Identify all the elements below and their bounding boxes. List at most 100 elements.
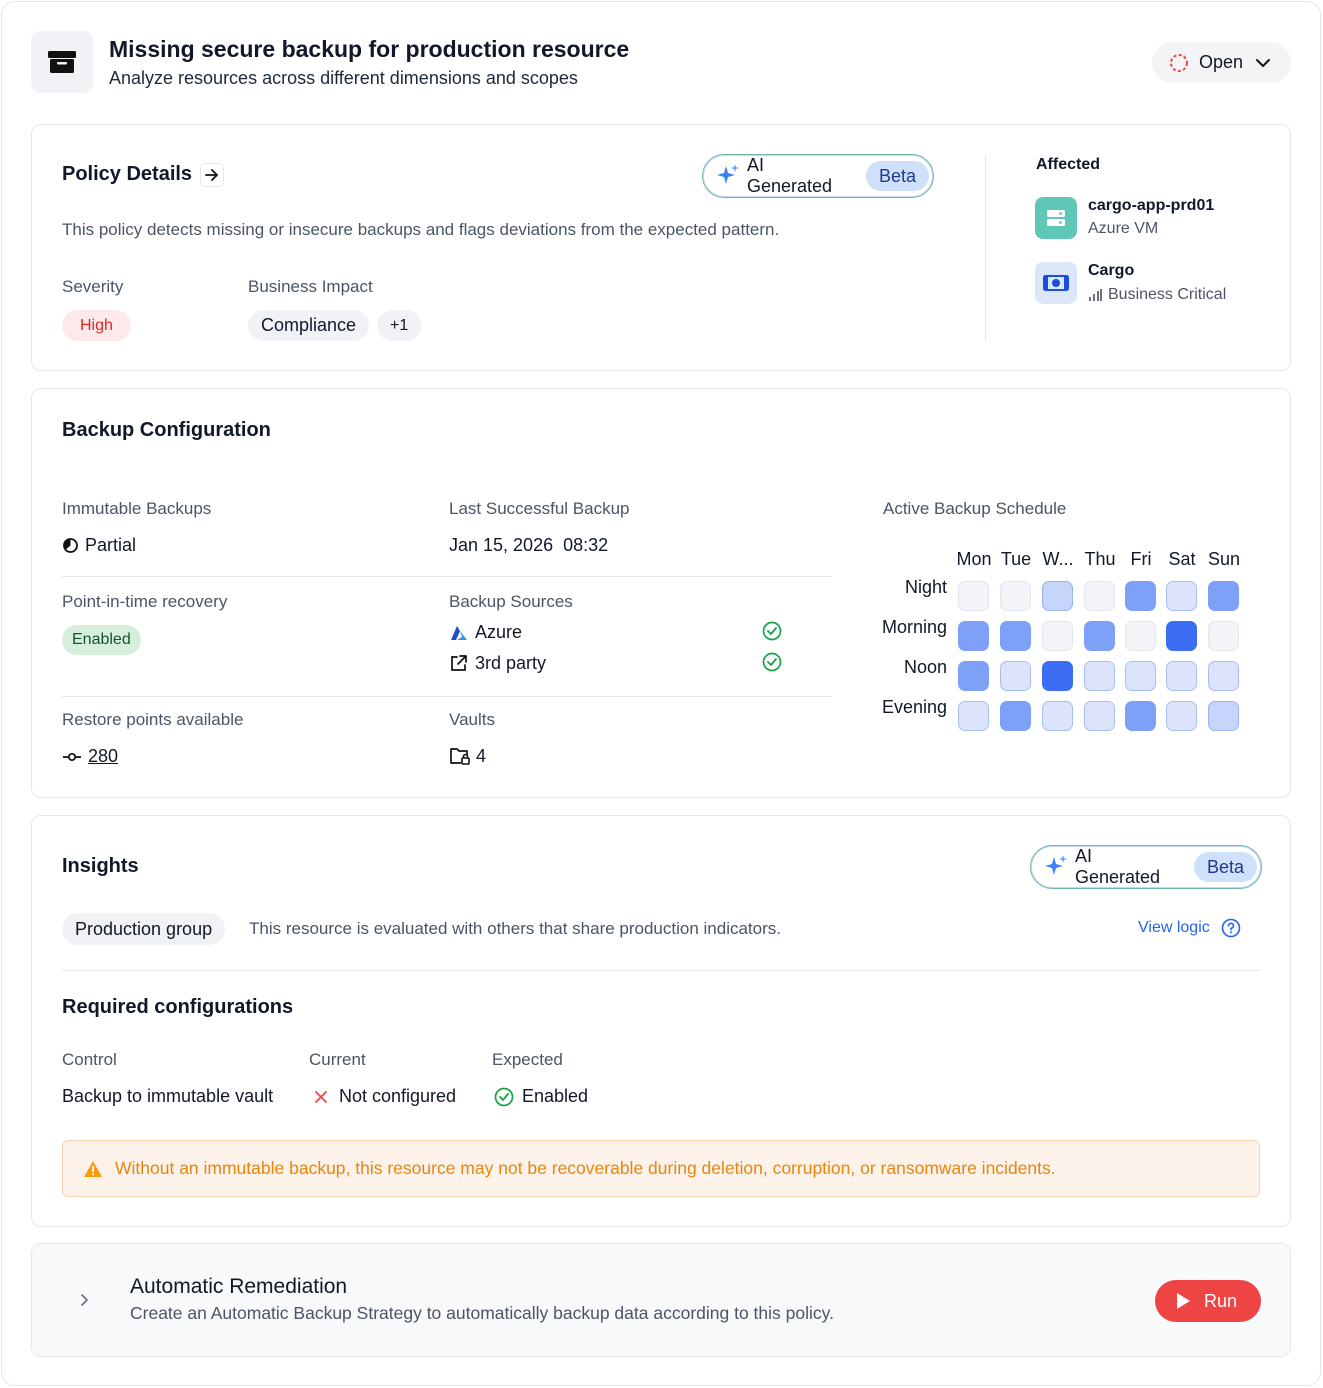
commit-icon [63, 752, 81, 761]
restore-points-label: Restore points available [62, 710, 244, 729]
automatic-remediation-row[interactable]: Automatic Remediation Create an Automati… [31, 1243, 1291, 1357]
schedule-day-label: Mon [956, 549, 992, 569]
schedule-cell[interactable] [1000, 661, 1031, 691]
sparkle-icon [1044, 855, 1067, 875]
view-logic-link[interactable]: View logic [1138, 918, 1241, 938]
warning-text: Without an immutable backup, this resour… [115, 1158, 1056, 1178]
help-circle-icon [1221, 918, 1241, 938]
affected-resource-type: Azure VM [1088, 220, 1159, 237]
vaults-label: Vaults [449, 710, 495, 729]
divider [62, 576, 832, 577]
affected-app-criticality: Business Critical [1088, 286, 1226, 304]
affected-resource-name[interactable]: cargo-app-prd01 [1088, 197, 1214, 215]
production-group-chip[interactable]: Production group [62, 913, 226, 945]
status-label: Open [1199, 52, 1244, 72]
business-impact-chip: Compliance [248, 310, 370, 341]
schedule-day-label: W... [1042, 549, 1074, 569]
schedule-cell[interactable] [1208, 701, 1239, 731]
schedule-cell[interactable] [1084, 581, 1115, 611]
source-azure: Azure [449, 622, 522, 643]
expected-value: Enabled [494, 1086, 588, 1107]
page-title: Missing secure backup for production res… [109, 36, 630, 62]
check-circle-icon [762, 652, 782, 672]
schedule-cell[interactable] [1000, 581, 1031, 611]
check-circle-icon [494, 1087, 514, 1106]
schedule-cell[interactable] [1000, 701, 1031, 731]
schedule-cell[interactable] [1166, 661, 1197, 691]
group-description: This resource is evaluated with others t… [249, 919, 781, 938]
schedule-title: Active Backup Schedule [883, 499, 1067, 518]
status-open-icon [1170, 53, 1188, 72]
schedule-cell[interactable] [1125, 661, 1156, 691]
backup-configuration-title: Backup Configuration [62, 419, 271, 441]
ai-generated-label: AI Generated [1074, 846, 1161, 887]
remediation-description: Create an Automatic Backup Strategy to a… [130, 1303, 834, 1323]
play-icon [1177, 1293, 1190, 1309]
schedule-cell[interactable] [1084, 701, 1115, 731]
pitr-label: Point-in-time recovery [62, 592, 228, 611]
business-impact-label: Business Impact [248, 277, 373, 296]
ai-generated-badge: AI Generated Beta [1030, 845, 1262, 889]
schedule-cell[interactable] [1125, 621, 1156, 651]
schedule-cell[interactable] [1166, 701, 1197, 731]
schedule-cell[interactable] [1042, 701, 1073, 731]
schedule-cell[interactable] [1084, 661, 1115, 691]
schedule-cell[interactable] [958, 621, 989, 651]
immutable-backups-label: Immutable Backups [62, 499, 212, 518]
folder-lock-icon [450, 748, 470, 765]
run-button[interactable]: Run [1155, 1280, 1261, 1322]
schedule-cell[interactable] [1042, 621, 1073, 651]
external-link-icon [451, 655, 467, 671]
schedule-cell[interactable] [1208, 621, 1239, 651]
remediation-title: Automatic Remediation [130, 1275, 348, 1298]
divider [62, 970, 1260, 971]
required-configurations-title: Required configurations [62, 996, 294, 1018]
schedule-cell[interactable] [1125, 581, 1156, 611]
schedule-cell[interactable] [958, 581, 989, 611]
open-policy-button[interactable] [200, 163, 224, 187]
server-icon [1035, 197, 1077, 239]
schedule-cell[interactable] [1208, 581, 1239, 611]
column-expected: Expected [492, 1050, 563, 1069]
schedule-slot-label: Morning [881, 617, 947, 637]
ai-generated-label: AI Generated [746, 155, 833, 196]
column-control: Control [62, 1050, 117, 1069]
beta-badge: Beta [865, 161, 929, 191]
divider [62, 696, 832, 697]
vaults-value: 4 [449, 746, 486, 767]
partial-circle-icon [63, 538, 78, 553]
status-dropdown[interactable]: Open [1152, 42, 1291, 83]
chevron-down-icon [1256, 58, 1271, 67]
schedule-cell[interactable] [1084, 621, 1115, 651]
schedule-cell[interactable] [1125, 701, 1156, 731]
affected-label: Affected [1036, 156, 1101, 173]
schedule-cell[interactable] [1000, 621, 1031, 651]
chevron-right-icon [81, 1294, 88, 1306]
schedule-slot-label: Night [904, 577, 947, 597]
signal-bars-icon [1089, 289, 1102, 301]
current-value: Not configured [313, 1086, 456, 1107]
severity-label: Severity [62, 277, 124, 296]
arrow-right-icon [205, 169, 218, 181]
policy-details-card [31, 124, 1291, 371]
column-current: Current [309, 1050, 366, 1069]
affected-app-name[interactable]: Cargo [1088, 262, 1134, 280]
schedule-day-label: Fri [1130, 549, 1152, 569]
schedule-cell[interactable] [1208, 661, 1239, 691]
schedule-day-label: Sat [1168, 549, 1196, 569]
schedule-cell[interactable] [1166, 581, 1197, 611]
schedule-cell[interactable] [1042, 581, 1073, 611]
archive-icon [31, 31, 93, 93]
restore-points-value[interactable]: 280 [62, 746, 118, 767]
insights-title: Insights [62, 855, 139, 877]
schedule-slot-label: Noon [903, 657, 947, 677]
page-subtitle: Analyze resources across different dimen… [109, 68, 578, 88]
schedule-cell[interactable] [958, 701, 989, 731]
schedule-cell[interactable] [958, 661, 989, 691]
policy-details-title: Policy Details [62, 163, 193, 185]
business-impact-more-chip[interactable]: +1 [377, 310, 422, 341]
schedule-cell[interactable] [1166, 621, 1197, 651]
sparkle-icon [716, 164, 739, 184]
policy-description: This policy detects missing or insecure … [62, 220, 780, 239]
schedule-cell[interactable] [1042, 661, 1073, 691]
